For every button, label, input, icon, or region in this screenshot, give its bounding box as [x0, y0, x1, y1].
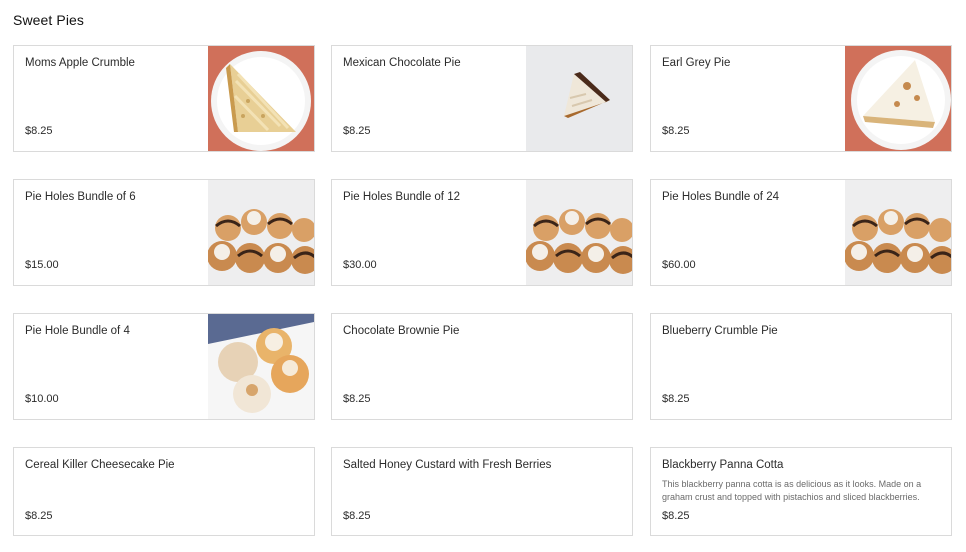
item-price: $8.25	[25, 125, 53, 137]
pie-holes-bundle-image	[208, 180, 314, 285]
item-name: Salted Honey Custard with Fresh Berries	[343, 459, 552, 471]
section-title: Sweet Pies	[13, 12, 85, 28]
item-name: Blueberry Crumble Pie	[662, 325, 778, 337]
apple-crumble-image	[208, 46, 314, 151]
item-name: Pie Holes Bundle of 12	[343, 191, 460, 203]
item-price: $8.25	[25, 510, 53, 522]
item-price: $10.00	[25, 393, 59, 405]
item-name: Moms Apple Crumble	[25, 57, 135, 69]
earl-grey-image	[845, 46, 951, 151]
item-price: $8.25	[662, 125, 690, 137]
menu-item-card[interactable]: Earl Grey Pie $8.25	[650, 45, 952, 152]
menu-item-card[interactable]: Blueberry Crumble Pie $8.25	[650, 313, 952, 420]
item-name: Pie Hole Bundle of 4	[25, 325, 130, 337]
menu-item-card[interactable]: Chocolate Brownie Pie $8.25	[331, 313, 633, 420]
item-name: Pie Holes Bundle of 24	[662, 191, 779, 203]
menu-item-card[interactable]: Cereal Killer Cheesecake Pie $8.25	[13, 447, 315, 536]
pie-holes-plate-image	[208, 314, 314, 419]
menu-item-card[interactable]: Pie Holes Bundle of 12 $30.00	[331, 179, 633, 286]
item-name: Earl Grey Pie	[662, 57, 731, 69]
item-name: Blackberry Panna Cotta	[662, 459, 784, 471]
item-price: $8.25	[662, 510, 690, 522]
item-price: $30.00	[343, 259, 377, 271]
item-price: $8.25	[343, 393, 371, 405]
item-name: Pie Holes Bundle of 6	[25, 191, 136, 203]
item-description: This blackberry panna cotta is as delici…	[662, 479, 922, 502]
item-price: $8.25	[343, 125, 371, 137]
menu-item-card[interactable]: Moms Apple Crumble $8.25	[13, 45, 315, 152]
menu-item-card[interactable]: Pie Holes Bundle of 24 $60.00	[650, 179, 952, 286]
item-name: Chocolate Brownie Pie	[343, 325, 460, 337]
item-name: Mexican Chocolate Pie	[343, 57, 461, 69]
item-name: Cereal Killer Cheesecake Pie	[25, 459, 175, 471]
menu-item-card[interactable]: Blackberry Panna Cotta This blackberry p…	[650, 447, 952, 536]
menu-item-card[interactable]: Salted Honey Custard with Fresh Berries …	[331, 447, 633, 536]
item-price: $60.00	[662, 259, 696, 271]
item-price: $8.25	[343, 510, 371, 522]
menu-item-card[interactable]: Mexican Chocolate Pie $8.25	[331, 45, 633, 152]
item-price: $15.00	[25, 259, 59, 271]
menu-item-card[interactable]: Pie Hole Bundle of 4 $10.00	[13, 313, 315, 420]
pie-holes-bundle-image	[526, 180, 632, 285]
chocolate-pie-image	[526, 46, 632, 151]
menu-item-card[interactable]: Pie Holes Bundle of 6 $15.00	[13, 179, 315, 286]
item-price: $8.25	[662, 393, 690, 405]
pie-holes-bundle-image	[845, 180, 951, 285]
